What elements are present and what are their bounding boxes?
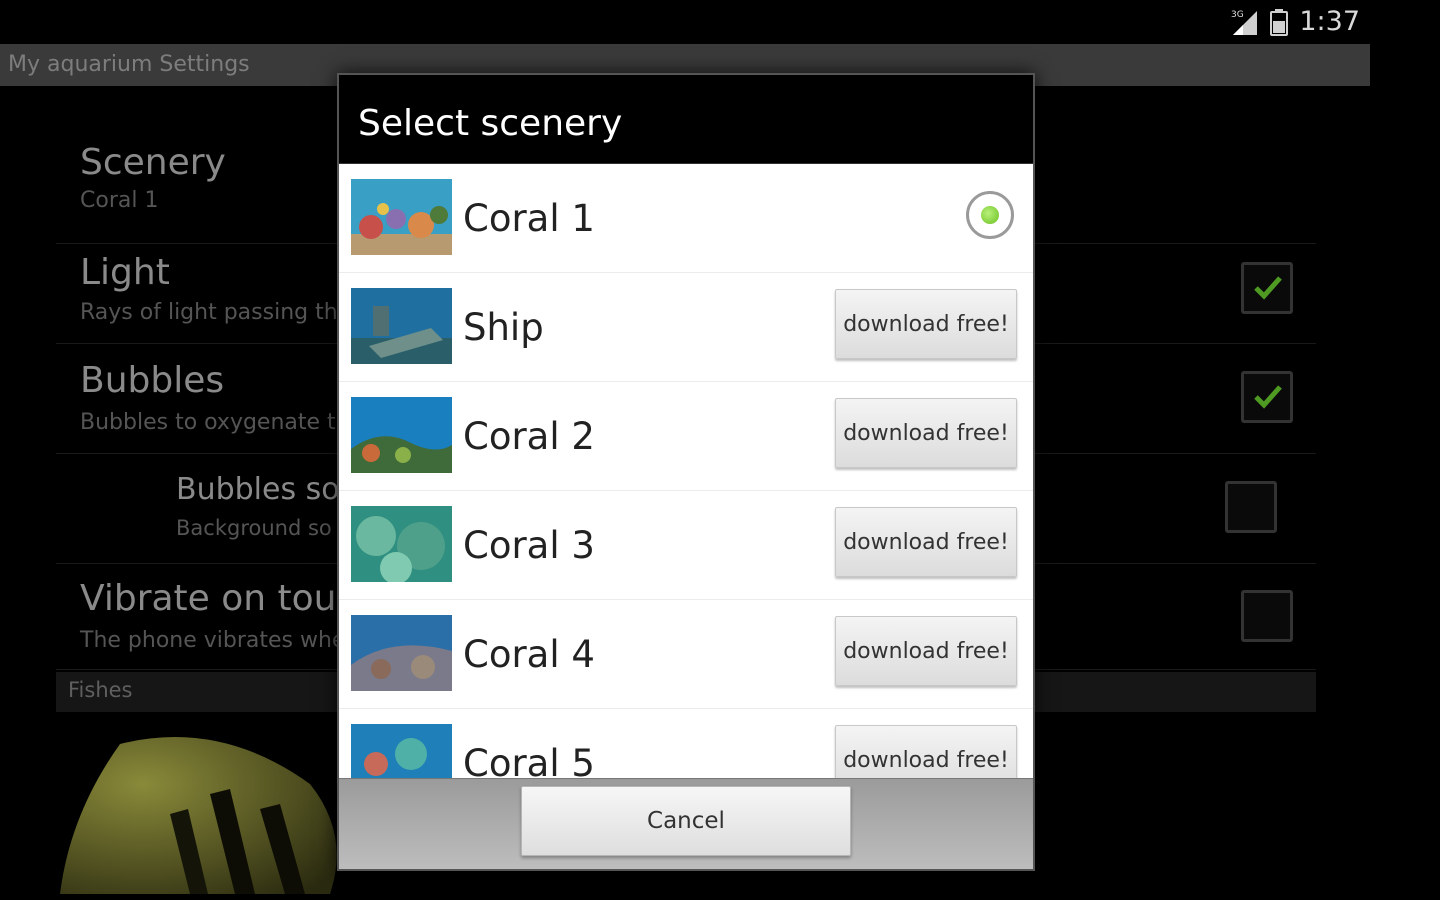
fish-image	[60, 724, 360, 894]
scenery-label: Coral 3	[463, 524, 595, 567]
scenery-item-coral-1[interactable]: Coral 1	[339, 164, 1033, 273]
coral-4-thumbnail	[351, 615, 452, 691]
scenery-label: Coral 1	[463, 197, 595, 240]
pref-title: Vibrate on touc	[80, 578, 357, 619]
download-coral-5-button[interactable]: download free!	[835, 725, 1017, 778]
pref-title: Light	[80, 252, 170, 293]
scenery-label: Coral 2	[463, 415, 595, 458]
download-coral-3-button[interactable]: download free!	[835, 507, 1017, 577]
coral-2-thumbnail	[351, 397, 452, 473]
scenery-item-coral-4[interactable]: Coral 4 download free!	[339, 600, 1033, 709]
coral-5-thumbnail	[351, 724, 452, 778]
scenery-item-coral-5[interactable]: Coral 5 download free!	[339, 709, 1033, 778]
light-checkbox[interactable]	[1241, 262, 1293, 314]
bubbles-sound-checkbox[interactable]	[1225, 481, 1277, 533]
scenery-item-coral-3[interactable]: Coral 3 download free!	[339, 491, 1033, 600]
cancel-button[interactable]: Cancel	[521, 786, 851, 856]
pref-title: Bubbles	[80, 360, 225, 401]
pref-summary: Coral 1	[80, 188, 159, 213]
scenery-label: Coral 5	[463, 742, 595, 778]
dialog-footer: Cancel	[339, 778, 1033, 869]
pref-summary: The phone vibrates whe	[80, 628, 346, 653]
scenery-label: Coral 4	[463, 633, 595, 676]
pref-summary: Rays of light passing thr	[80, 300, 347, 325]
select-scenery-dialog: Select scenery Coral 1 Ship download fre…	[337, 73, 1035, 871]
scenery-item-ship[interactable]: Ship download free!	[339, 273, 1033, 382]
dialog-title: Select scenery	[358, 103, 623, 144]
status-time: 1:37	[1299, 6, 1360, 37]
coral-3-thumbnail	[351, 506, 452, 582]
check-icon	[1254, 276, 1282, 300]
download-ship-button[interactable]: download free!	[835, 289, 1017, 359]
pref-summary: Background so	[176, 516, 332, 540]
selected-radio[interactable]	[966, 191, 1014, 239]
signal-icon: 3G	[1229, 7, 1259, 37]
download-coral-4-button[interactable]: download free!	[835, 616, 1017, 686]
svg-text:3G: 3G	[1231, 10, 1244, 20]
vibrate-checkbox[interactable]	[1241, 590, 1293, 642]
pref-summary: Bubbles to oxygenate th	[80, 410, 350, 435]
pref-title: Scenery	[80, 142, 226, 183]
category-label: Fishes	[68, 678, 133, 702]
download-coral-2-button[interactable]: download free!	[835, 398, 1017, 468]
bubbles-checkbox[interactable]	[1241, 371, 1293, 423]
radio-dot	[981, 206, 999, 224]
battery-icon	[1269, 7, 1289, 37]
ship-thumbnail	[351, 288, 452, 364]
settings-title: My aquarium Settings	[8, 52, 250, 77]
status-icons: 3G 1:37	[1229, 6, 1360, 37]
check-icon	[1254, 385, 1282, 409]
dialog-titlebar: Select scenery	[339, 75, 1033, 164]
coral-1-thumbnail	[351, 179, 452, 255]
scenery-list[interactable]: Coral 1 Ship download free! Coral 2 down…	[339, 164, 1033, 778]
scenery-item-coral-2[interactable]: Coral 2 download free!	[339, 382, 1033, 491]
pref-title: Bubbles sou	[176, 472, 359, 507]
status-bar: 3G 1:37	[0, 0, 1440, 44]
scenery-label: Ship	[463, 306, 544, 349]
